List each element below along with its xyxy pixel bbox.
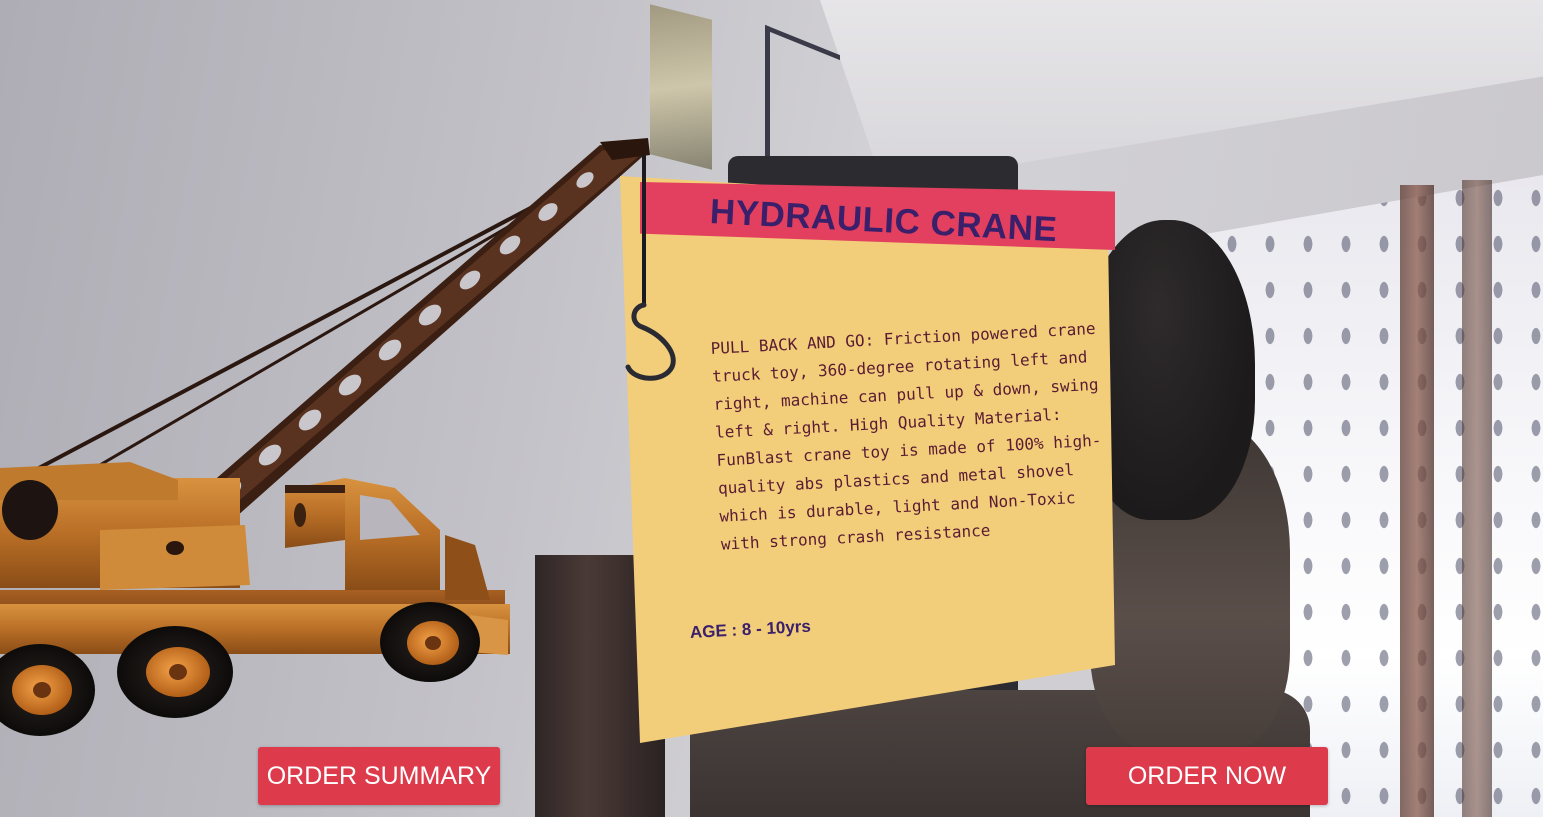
product-description: PULL BACK AND GO: Friction powered crane… [710, 318, 1102, 554]
age-value: 8 - 10yrs [741, 616, 812, 640]
crane-hook-icon [625, 155, 676, 381]
curtain-fold [1462, 180, 1492, 817]
product-info-card: HYDRAULIC CRANE PULL BACK AND GO: Fricti… [620, 155, 1120, 755]
crane-model[interactable] [0, 0, 700, 760]
curtain-fold [1400, 185, 1434, 817]
order-now-button[interactable]: ORDER NOW [1086, 747, 1328, 805]
age-label: AGE [689, 621, 728, 642]
age-separator: : [730, 620, 738, 640]
crane-boom [180, 138, 650, 540]
order-summary-button[interactable]: ORDER SUMMARY [258, 747, 500, 805]
